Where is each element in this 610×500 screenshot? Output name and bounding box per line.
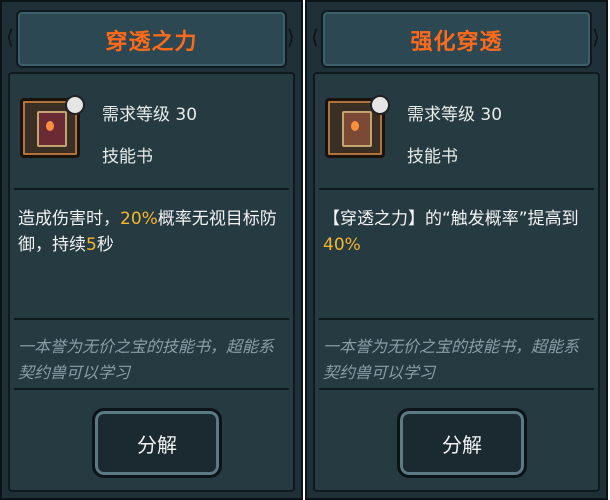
item-type: 技能书: [407, 147, 458, 167]
card-header: ⟨ 强化穿透 ⟩: [311, 10, 600, 68]
card-title: 穿透之力: [105, 30, 198, 55]
flavor-text: 一本誉为无价之宝的技能书，超能系契约兽可以学习: [323, 337, 580, 382]
skill-description: 造成伤害时，20%概率无视目标防御，持续5秒: [18, 206, 285, 258]
divider: [14, 388, 289, 390]
skill-book-icon[interactable]: [20, 95, 85, 158]
decompose-button-label: 分解: [137, 433, 177, 457]
desc-highlight-duration: 5: [86, 235, 97, 255]
divider: [319, 318, 594, 320]
desc-text: 造成伤害时，: [18, 209, 120, 229]
book-gem: [46, 121, 54, 131]
card-body: 需求等级 30 技能书 【穿透之力】的“触发概率”提高到 40% 一本誉为无价之宝…: [313, 72, 600, 492]
card-title: 强化穿透: [410, 30, 503, 55]
decompose-button[interactable]: 分解: [397, 408, 527, 478]
skill-card-right: ⟨ 强化穿透 ⟩ 需求等级 30 技能书 【穿透之力】的“触发概率”提高到 40%…: [305, 0, 608, 500]
skill-book-icon[interactable]: [325, 95, 390, 158]
header-ornament-right: ⟩: [592, 25, 600, 49]
required-level: 需求等级 30: [407, 105, 503, 125]
header-ornament-right: ⟩: [287, 25, 295, 49]
divider: [14, 188, 289, 190]
skull-badge-icon: [370, 95, 390, 115]
divider: [14, 318, 289, 320]
flavor-text: 一本誉为无价之宝的技能书，超能系契约兽可以学习: [18, 337, 275, 382]
skill-card-left: ⟨ 穿透之力 ⟩ 需求等级 30 技能书 造成伤害时，20%概率无视目标防御，持…: [0, 0, 303, 500]
book-gem: [351, 121, 359, 131]
desc-text: 【穿透之力】的“触发概率”提高到: [323, 209, 579, 229]
desc-text-suffix: 秒: [96, 235, 114, 255]
item-type: 技能书: [102, 147, 153, 167]
skill-description: 【穿透之力】的“触发概率”提高到 40%: [323, 206, 590, 258]
divider: [319, 188, 594, 190]
skull-badge-icon: [65, 95, 85, 115]
card-header: ⟨ 穿透之力 ⟩: [6, 10, 295, 68]
desc-highlight-chance: 40%: [323, 235, 361, 255]
required-level: 需求等级 30: [102, 105, 198, 125]
decompose-button-label: 分解: [442, 433, 482, 457]
desc-highlight-chance: 20%: [120, 209, 158, 229]
card-body: 需求等级 30 技能书 造成伤害时，20%概率无视目标防御，持续5秒 一本誉为无…: [8, 72, 295, 492]
decompose-button[interactable]: 分解: [92, 408, 222, 478]
header-ornament-left: ⟨: [6, 25, 14, 49]
header-ornament-left: ⟨: [311, 25, 319, 49]
divider: [319, 388, 594, 390]
